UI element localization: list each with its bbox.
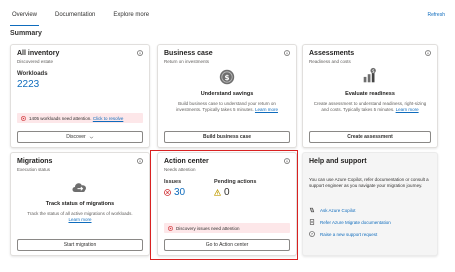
workloads-label: Workloads bbox=[17, 71, 48, 77]
card-title: Help and support bbox=[309, 158, 367, 165]
support-request-link[interactable]: ? Raise a new support request bbox=[309, 231, 377, 237]
all-inventory-card: All inventory Discovered estate Workload… bbox=[10, 44, 150, 148]
info-icon[interactable] bbox=[425, 50, 431, 56]
business-case-desc: Build business case to understand your r… bbox=[176, 101, 278, 112]
ask-copilot-link[interactable]: Ask Azure Copilot bbox=[309, 207, 356, 213]
document-icon bbox=[309, 219, 315, 225]
business-case-card: Business case Return on investments $ Un… bbox=[157, 44, 297, 148]
cloud-migration-icon bbox=[72, 183, 87, 192]
help-support-card: Help and support You can use Azure Copil… bbox=[302, 152, 438, 256]
assessments-card: Assessments Readiness and costs $ Evalua… bbox=[302, 44, 438, 148]
tab-explore-more[interactable]: Explore more bbox=[111, 10, 151, 26]
help-desc: You can use Azure Copilot, refer documen… bbox=[309, 177, 429, 188]
workloads-alert: 1405 workloads need attention. Click to … bbox=[17, 113, 143, 123]
assessments-desc: Create assessment to understand readines… bbox=[313, 101, 427, 112]
start-migration-button[interactable]: Start migration bbox=[17, 239, 143, 251]
discover-button[interactable]: Discover bbox=[17, 131, 143, 143]
info-icon[interactable] bbox=[137, 50, 143, 56]
readiness-icon: $ bbox=[363, 67, 376, 83]
chevron-down-icon bbox=[89, 136, 93, 139]
action-center-highlight bbox=[150, 150, 298, 260]
build-business-case-button[interactable]: Build business case bbox=[164, 131, 290, 143]
learn-more-link[interactable]: Learn more bbox=[68, 217, 91, 222]
resolve-link[interactable]: Click to resolve bbox=[93, 116, 124, 121]
svg-text:$: $ bbox=[224, 73, 229, 82]
card-subtitle: Discovered estate bbox=[17, 59, 54, 64]
help-icon: ? bbox=[309, 231, 315, 237]
summary-title: Summary bbox=[10, 30, 42, 37]
svg-text:?: ? bbox=[311, 232, 313, 236]
learn-more-link[interactable]: Learn more bbox=[396, 107, 419, 112]
tab-documentation[interactable]: Documentation bbox=[53, 10, 97, 26]
tab-bar: Overview Documentation Explore more bbox=[10, 10, 165, 26]
card-title: All inventory bbox=[17, 50, 60, 57]
learn-more-link[interactable]: Learn more bbox=[255, 107, 278, 112]
card-title: Migrations bbox=[17, 158, 53, 165]
alert-text: 1405 workloads need attention. bbox=[29, 115, 92, 121]
business-case-heading: Understand savings bbox=[200, 91, 254, 97]
info-icon[interactable] bbox=[284, 50, 290, 56]
migrations-desc: Track the status of all active migration… bbox=[27, 211, 133, 222]
documentation-link[interactable]: Refer Azure Migrate documentation bbox=[309, 219, 391, 225]
migrations-card: Migrations Execution status Track status… bbox=[10, 152, 150, 256]
assessments-heading: Evaluate readiness bbox=[345, 91, 395, 97]
refresh-link[interactable]: Refresh bbox=[427, 12, 445, 18]
card-subtitle: Return on investments bbox=[164, 59, 210, 64]
error-icon bbox=[21, 115, 26, 121]
tab-overview[interactable]: Overview bbox=[10, 10, 40, 26]
discover-button-label: Discover bbox=[66, 134, 86, 140]
migrations-heading: Track status of migrations bbox=[45, 201, 115, 207]
card-subtitle: Readiness and costs bbox=[309, 59, 351, 64]
info-icon[interactable] bbox=[137, 158, 143, 164]
savings-icon: $ bbox=[219, 69, 235, 85]
copilot-icon bbox=[309, 207, 315, 213]
svg-text:$: $ bbox=[372, 68, 375, 74]
create-assessment-button[interactable]: Create assessment bbox=[309, 131, 431, 143]
card-subtitle: Execution status bbox=[17, 167, 51, 172]
card-title: Business case bbox=[164, 50, 213, 57]
workloads-value[interactable]: 2223 bbox=[17, 79, 39, 90]
card-title: Assessments bbox=[309, 50, 355, 57]
